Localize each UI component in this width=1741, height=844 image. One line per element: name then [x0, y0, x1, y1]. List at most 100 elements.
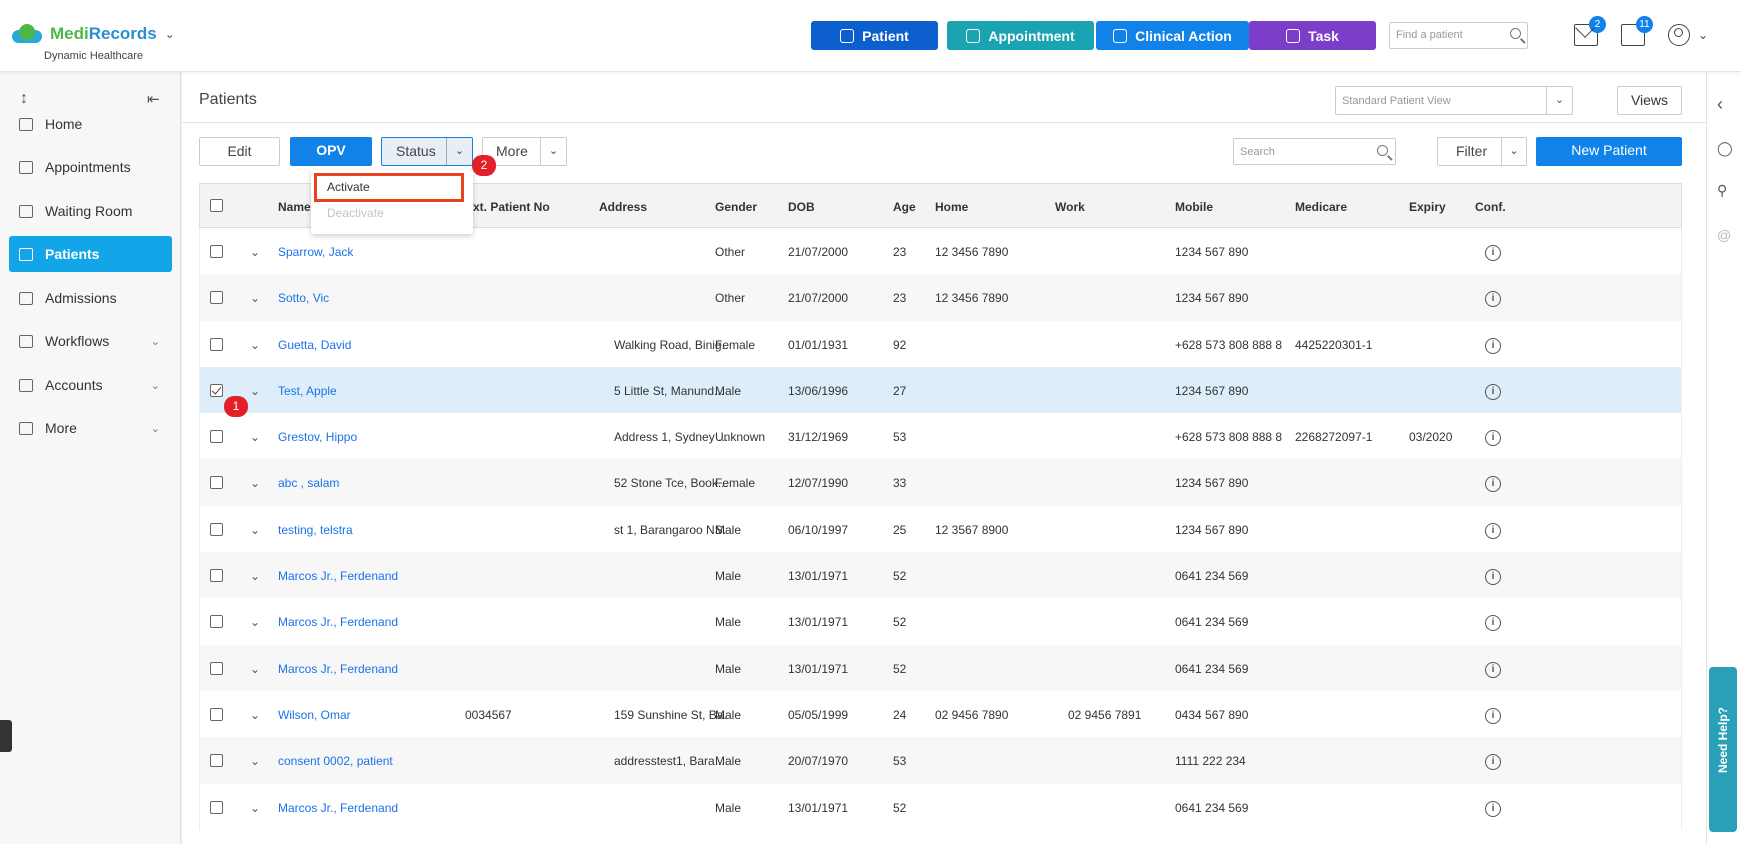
sidebar-item-home[interactable]: Home — [9, 106, 172, 142]
table-row[interactable]: ⌄ Grestov, Hippo Address 1, Sydney ... Unkn… — [199, 413, 1682, 460]
sidebar-item-waiting-room[interactable]: Waiting Room — [9, 193, 172, 229]
col-home[interactable]: Home — [935, 200, 968, 214]
table-row[interactable]: ⌄ consent 0002, patient addresstest1, Bara… — [199, 737, 1682, 784]
chevron-down-icon[interactable]: ⌄ — [151, 422, 160, 435]
cell-name[interactable]: Sotto, Vic — [278, 291, 329, 305]
cell-name[interactable]: Marcos Jr., Ferdenand — [278, 801, 398, 815]
col-medicare[interactable]: Medicare — [1295, 200, 1347, 214]
info-icon[interactable]: i — [1485, 337, 1501, 354]
expand-row-chevron-icon[interactable]: ⌄ — [250, 708, 260, 722]
chevron-down-icon[interactable]: ⌄ — [1698, 28, 1708, 42]
table-row[interactable]: ⌄ Guetta, David Walking Road, Binig... Fema… — [199, 320, 1682, 367]
col-work[interactable]: Work — [1055, 200, 1085, 214]
chevron-down-icon[interactable]: ⌄ — [540, 138, 566, 165]
expand-row-chevron-icon[interactable]: ⌄ — [250, 291, 260, 305]
sidebar-item-more[interactable]: More ⌄ — [9, 410, 172, 446]
expand-row-chevron-icon[interactable]: ⌄ — [250, 338, 260, 352]
task-button[interactable]: Task — [1249, 21, 1376, 50]
cell-name[interactable]: Marcos Jr., Ferdenand — [278, 662, 398, 676]
cell-name[interactable]: Sparrow, Jack — [278, 245, 353, 259]
row-checkbox[interactable] — [210, 569, 223, 583]
chevron-left-icon[interactable]: ‹ — [1717, 94, 1723, 115]
table-row[interactable]: ⌄ Test, Apple 5 Little St, Manund... Male 13… — [199, 366, 1682, 414]
row-checkbox[interactable] — [210, 337, 223, 351]
chevron-down-icon[interactable]: ⌄ — [151, 379, 160, 392]
cell-name[interactable]: Grestov, Hippo — [278, 430, 357, 444]
views-button[interactable]: Views — [1617, 86, 1682, 115]
table-row[interactable]: ⌄ testing, telstra st 1, Barangaroo NS... M… — [199, 505, 1682, 553]
opv-button[interactable]: OPV — [290, 137, 372, 166]
expand-row-chevron-icon[interactable]: ⌄ — [250, 615, 260, 629]
search-icon[interactable] — [1510, 28, 1521, 39]
row-checkbox[interactable] — [210, 522, 223, 536]
expand-row-chevron-icon[interactable]: ⌄ — [250, 523, 260, 537]
cell-name[interactable]: Test, Apple — [278, 384, 337, 398]
table-row[interactable]: ⌄ abc , salam 52 Stone Tce, Book... Female 1… — [199, 459, 1682, 506]
info-icon[interactable]: i — [1485, 291, 1501, 308]
info-icon[interactable]: i — [1485, 430, 1501, 447]
cell-name[interactable]: abc , salam — [278, 476, 339, 490]
col-address[interactable]: Address — [599, 200, 647, 214]
expand-row-chevron-icon[interactable]: ⌄ — [250, 801, 260, 815]
expand-row-chevron-icon[interactable]: ⌄ — [250, 384, 260, 398]
chevron-down-icon[interactable]: ⌄ — [151, 335, 160, 348]
row-checkbox[interactable] — [210, 291, 223, 305]
info-icon[interactable]: i — [1485, 569, 1501, 586]
expand-row-chevron-icon[interactable]: ⌄ — [250, 245, 260, 259]
expand-row-chevron-icon[interactable]: ⌄ — [250, 662, 260, 676]
row-checkbox[interactable] — [210, 430, 223, 444]
brand-logo[interactable]: MediRecords ⌄ — [10, 24, 175, 44]
info-icon[interactable]: i — [1485, 707, 1501, 724]
col-age[interactable]: Age — [893, 200, 916, 214]
sidebar-item-accounts[interactable]: Accounts ⌄ — [9, 367, 172, 403]
chevron-down-icon[interactable]: ⌄ — [1501, 138, 1526, 165]
sidebar-item-appointments[interactable]: Appointments — [9, 149, 172, 185]
edit-button[interactable]: Edit — [199, 137, 280, 166]
info-icon[interactable]: i — [1485, 383, 1501, 400]
clinical-action-button[interactable]: Clinical Action — [1096, 21, 1249, 50]
info-icon[interactable]: i — [1485, 476, 1501, 493]
search-icon[interactable] — [1377, 145, 1388, 156]
cell-name[interactable]: consent 0002, patient — [278, 754, 393, 768]
search-input[interactable]: Search — [1233, 138, 1396, 165]
find-patient-input[interactable]: Find a patient — [1389, 22, 1528, 49]
cell-name[interactable]: Guetta, David — [278, 338, 351, 352]
info-icon[interactable]: i — [1485, 800, 1501, 817]
need-help-tab[interactable]: Need Help? — [1709, 667, 1737, 832]
cell-name[interactable]: testing, telstra — [278, 523, 353, 537]
new-patient-header-button[interactable]: Patient — [811, 21, 938, 50]
info-icon[interactable]: i — [1485, 245, 1501, 261]
row-checkbox[interactable] — [210, 661, 223, 675]
info-icon[interactable]: i — [1485, 754, 1501, 771]
row-checkbox[interactable] — [210, 754, 223, 768]
col-mobile[interactable]: Mobile — [1175, 200, 1213, 214]
row-checkbox[interactable] — [210, 476, 223, 490]
chevron-down-icon[interactable]: ⌄ — [446, 138, 472, 165]
side-toggle-tab[interactable] — [0, 720, 12, 752]
status-button[interactable]: Status ⌄ — [381, 137, 473, 166]
cell-name[interactable]: Marcos Jr., Ferdenand — [278, 569, 398, 583]
sidebar-item-patients[interactable]: Patients — [9, 236, 172, 272]
user-avatar-icon[interactable] — [1668, 24, 1690, 46]
table-row[interactable]: ⌄ Marcos Jr., Ferdenand Male 13/01/1971 52 06… — [199, 598, 1682, 645]
cell-name[interactable]: Wilson, Omar — [278, 708, 351, 722]
pin-icon[interactable]: ⚲ — [1717, 182, 1727, 199]
cell-name[interactable]: Marcos Jr., Ferdenand — [278, 615, 398, 629]
calendar-check-icon[interactable]: 11 — [1621, 16, 1653, 46]
expand-row-chevron-icon[interactable]: ⌄ — [250, 569, 260, 583]
col-conf[interactable]: Conf. — [1475, 200, 1506, 214]
info-icon[interactable]: i — [1485, 522, 1501, 539]
row-checkbox[interactable] — [210, 800, 223, 814]
info-icon[interactable]: i — [1485, 661, 1501, 678]
col-ext[interactable]: Ext. Patient No — [465, 200, 550, 214]
view-select[interactable]: Standard Patient View ⌄ — [1335, 86, 1573, 115]
table-row[interactable]: ⌄ Marcos Jr., Ferdenand Male 13/01/1971 52 06… — [199, 783, 1682, 830]
mail-icon[interactable]: 2 — [1574, 16, 1606, 46]
new-patient-button[interactable]: New Patient — [1536, 137, 1682, 166]
table-row[interactable]: ⌄ Sotto, Vic Other 21/07/2000 23 12 3456 7890… — [199, 274, 1682, 321]
appointment-button[interactable]: Appointment — [947, 21, 1094, 50]
expand-row-chevron-icon[interactable]: ⌄ — [250, 430, 260, 444]
col-dob[interactable]: DOB — [788, 200, 815, 214]
filter-button[interactable]: Filter ⌄ — [1437, 137, 1527, 166]
col-expiry[interactable]: Expiry — [1409, 200, 1446, 214]
